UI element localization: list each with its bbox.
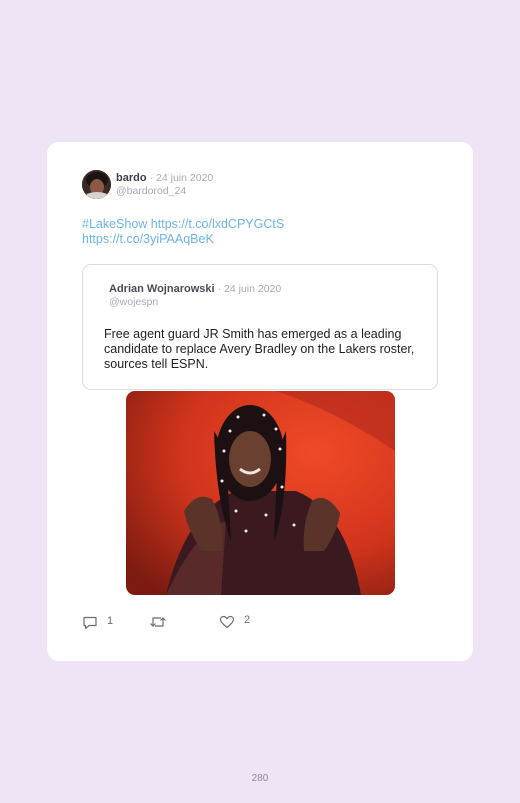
quoted-text: Free agent guard JR Smith has emerged as… bbox=[104, 327, 415, 371]
retweet-icon bbox=[149, 615, 167, 629]
tweet-link[interactable]: https://t.co/3yiPAAqBeK bbox=[82, 232, 382, 247]
retweet-button[interactable] bbox=[149, 615, 167, 629]
quoted-author-handle: @wojespn bbox=[109, 296, 159, 308]
tweet-media-gif[interactable] bbox=[126, 391, 395, 595]
like-count: 2 bbox=[244, 614, 251, 626]
tweet-actions: 1 2 bbox=[82, 614, 382, 633]
quoted-author-line: Adrian Wojnarowski · 24 juin 2020 bbox=[109, 283, 281, 295]
avatar[interactable] bbox=[82, 170, 111, 199]
quoted-author-name[interactable]: Adrian Wojnarowski bbox=[109, 283, 215, 295]
tweet-author-line: bardo · 24 juin 2020 bbox=[116, 172, 213, 184]
reply-count: 1 bbox=[107, 614, 114, 627]
quoted-date: · 24 juin 2020 bbox=[217, 283, 282, 295]
author-name[interactable]: bardo bbox=[116, 172, 147, 184]
reply-button[interactable]: 1 bbox=[82, 615, 113, 630]
like-button[interactable]: 2 bbox=[219, 614, 251, 629]
heart-icon bbox=[219, 615, 235, 629]
quoted-tweet[interactable]: Adrian Wojnarowski · 24 juin 2020 @wojes… bbox=[82, 264, 438, 390]
reply-icon bbox=[82, 615, 98, 630]
tweet-text: #LakeShow https://t.co/lxdCPYGCtS https:… bbox=[82, 217, 382, 247]
tweet-date[interactable]: · 24 juin 2020 bbox=[150, 172, 214, 184]
tweet-card: bardo · 24 juin 2020 @bardorod_24 #LakeS… bbox=[47, 142, 473, 661]
author-handle[interactable]: @bardorod_24 bbox=[116, 185, 186, 197]
page-number: 280 bbox=[251, 773, 269, 784]
hashtag-link-line[interactable]: #LakeShow https://t.co/lxdCPYGCtS bbox=[82, 217, 382, 232]
